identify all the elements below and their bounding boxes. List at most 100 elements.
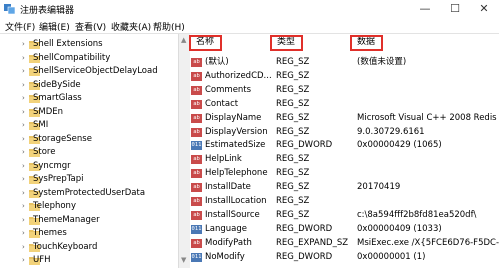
value-type: REG_SZ bbox=[276, 98, 310, 109]
tree-item-label: SysPrepTapi bbox=[33, 174, 84, 184]
expand-arrow-icon[interactable]: › bbox=[22, 187, 28, 200]
tree-item[interactable]: › SMDEn bbox=[0, 106, 178, 119]
expand-arrow-icon[interactable]: › bbox=[22, 160, 28, 173]
value-row[interactable]: 011 Language REG_DWORD 0x00000409 (1033) bbox=[189, 223, 499, 236]
value-row[interactable]: ab Contact REG_SZ bbox=[189, 98, 499, 111]
tree-item[interactable]: › SystemProtectedUserData bbox=[0, 187, 178, 200]
regedit-app-icon bbox=[4, 4, 16, 15]
scroll-down-icon[interactable]: ▼ bbox=[181, 256, 186, 264]
tree-item[interactable]: › ShellServiceObjectDelayLoad bbox=[0, 65, 178, 78]
value-row[interactable]: ab InstallSource REG_SZ c:\8a594fff2b8fd81e… bbox=[189, 209, 499, 222]
tree-item-label: Telephony bbox=[33, 201, 76, 211]
string-value-icon: ab bbox=[191, 113, 202, 123]
string-value-icon: ab bbox=[191, 71, 202, 81]
value-row[interactable]: 011 NoModify REG_DWORD 0x00000001 (1) bbox=[189, 251, 499, 264]
minimize-button[interactable]: — bbox=[410, 0, 440, 18]
menu-bar: 文件(F) 编辑(E) 查看(V) 收藏夹(A) 帮助(H) bbox=[0, 19, 499, 33]
tree-item[interactable]: › UFH bbox=[0, 254, 178, 267]
menu-help[interactable]: 帮助(H) bbox=[153, 20, 185, 33]
tree-item[interactable]: › Themes bbox=[0, 227, 178, 240]
value-type: REG_SZ bbox=[276, 182, 310, 193]
maximize-button[interactable]: ☐ bbox=[440, 0, 470, 18]
expand-arrow-icon[interactable]: › bbox=[22, 92, 28, 105]
value-data: c:\8a594fff2b8fd81ea520df\ bbox=[357, 209, 477, 220]
value-name: Comments bbox=[205, 84, 252, 95]
value-row[interactable]: ab Comments REG_SZ bbox=[189, 84, 499, 97]
tree-item-label: Syncmgr bbox=[33, 160, 71, 171]
expand-arrow-icon[interactable]: › bbox=[22, 200, 28, 213]
string-value-icon: ab bbox=[191, 127, 202, 137]
tree-item[interactable]: › ThemeManager bbox=[0, 214, 178, 227]
expand-arrow-icon[interactable]: › bbox=[22, 119, 28, 132]
value-data: (数值未设置) bbox=[357, 57, 407, 67]
tree-item[interactable]: › SysPrepTapi bbox=[0, 173, 178, 186]
value-row[interactable]: ab HelpTelephone REG_SZ bbox=[189, 167, 499, 180]
expand-arrow-icon[interactable]: › bbox=[22, 79, 28, 92]
value-row[interactable]: ab (默认) REG_SZ (数值未设置) bbox=[189, 56, 499, 69]
value-row[interactable]: 011 EstimatedSize REG_DWORD 0x00000429 (106… bbox=[189, 139, 499, 152]
tree-item-label: Themes bbox=[33, 228, 67, 238]
value-type: REG_SZ bbox=[276, 84, 310, 95]
expand-arrow-icon[interactable]: › bbox=[22, 146, 28, 159]
menu-favorites[interactable]: 收藏夹(A) bbox=[111, 20, 151, 33]
expand-arrow-icon[interactable]: › bbox=[22, 254, 28, 267]
value-type: REG_SZ bbox=[276, 112, 310, 123]
expand-arrow-icon[interactable]: › bbox=[22, 38, 28, 51]
tree-item[interactable]: › SMI bbox=[0, 119, 178, 132]
tree-item[interactable]: › Syncmgr bbox=[0, 160, 178, 173]
tree-item[interactable]: › SmartGlass bbox=[0, 92, 178, 105]
tree-item-label: SMI bbox=[33, 120, 49, 130]
value-name: (默认) bbox=[205, 57, 229, 67]
value-data: 0x00000409 (1033) bbox=[357, 223, 442, 234]
expand-arrow-icon[interactable]: › bbox=[22, 133, 28, 146]
tree-item[interactable]: › Store bbox=[0, 146, 178, 159]
value-row[interactable]: ab AuthorizedCD... REG_SZ bbox=[189, 70, 499, 83]
tree-item-label: UFH bbox=[33, 255, 51, 265]
value-row[interactable]: ab DisplayName REG_SZ Microsoft Visual C++ … bbox=[189, 112, 499, 125]
value-row[interactable]: ab InstallLocation REG_SZ bbox=[189, 195, 499, 208]
title-bar: 注册表编辑器 — ☐ ✕ bbox=[0, 0, 499, 18]
window-title: 注册表编辑器 bbox=[20, 6, 75, 16]
expand-arrow-icon[interactable]: › bbox=[22, 65, 28, 78]
binary-value-icon: 011 bbox=[191, 141, 202, 151]
string-value-icon: ab bbox=[191, 238, 202, 248]
expand-arrow-icon[interactable]: › bbox=[22, 52, 28, 65]
value-row[interactable]: ab HelpLink REG_SZ bbox=[189, 153, 499, 166]
value-data: Microsoft Visual C++ 2008 Redis bbox=[357, 112, 497, 123]
value-type: REG_EXPAND_SZ bbox=[276, 237, 349, 248]
tree-item[interactable]: › SideBySide bbox=[0, 79, 178, 92]
value-data: 20170419 bbox=[357, 182, 401, 193]
close-button[interactable]: ✕ bbox=[469, 0, 499, 18]
expand-arrow-icon[interactable]: › bbox=[22, 227, 28, 240]
expand-arrow-icon[interactable]: › bbox=[22, 241, 28, 254]
tree-item[interactable]: › StorageSense bbox=[0, 133, 178, 146]
menu-view[interactable]: 查看(V) bbox=[75, 20, 106, 33]
tree-item-label: SideBySide bbox=[33, 79, 81, 90]
expand-arrow-icon[interactable]: › bbox=[22, 173, 28, 186]
binary-value-icon: 011 bbox=[191, 252, 202, 262]
value-name: InstallDate bbox=[205, 182, 251, 193]
expand-arrow-icon[interactable]: › bbox=[22, 214, 28, 227]
tree-item[interactable]: › TouchKeyboard bbox=[0, 241, 178, 254]
scroll-up-icon[interactable]: ▲ bbox=[181, 36, 186, 44]
highlight-box-data bbox=[350, 35, 383, 51]
tree-item-label: SmartGlass bbox=[33, 93, 82, 103]
value-name: HelpLink bbox=[205, 154, 242, 165]
tree-item-label: SMDEn bbox=[33, 106, 64, 117]
tree-item-label: TouchKeyboard bbox=[33, 241, 98, 252]
tree-item[interactable]: › Telephony bbox=[0, 200, 178, 213]
values-list[interactable]: 名称 类型 数据 ab (默认) REG_SZ (数值未设置) ab Authorized… bbox=[189, 34, 499, 268]
registry-tree[interactable]: › Shell Extensions › ShellCompatibility › She… bbox=[0, 34, 178, 268]
value-row[interactable]: ab DisplayVersion REG_SZ 9.0.30729.6161 bbox=[189, 126, 499, 139]
value-type: REG_SZ bbox=[276, 126, 310, 137]
value-name: Language bbox=[205, 223, 247, 234]
expand-arrow-icon[interactable]: › bbox=[22, 106, 28, 119]
menu-file[interactable]: 文件(F) bbox=[5, 20, 35, 33]
value-data: MsiExec.exe /X{5FCE6D76-F5DC- bbox=[357, 237, 499, 248]
value-row[interactable]: ab InstallDate REG_SZ 20170419 bbox=[189, 181, 499, 194]
string-value-icon: ab bbox=[191, 155, 202, 165]
menu-edit[interactable]: 编辑(E) bbox=[39, 20, 70, 33]
tree-item[interactable]: › Shell Extensions bbox=[0, 38, 178, 51]
value-row[interactable]: ab ModifyPath REG_EXPAND_SZ MsiExec.exe /X{… bbox=[189, 237, 499, 250]
tree-item[interactable]: › ShellCompatibility bbox=[0, 52, 178, 65]
